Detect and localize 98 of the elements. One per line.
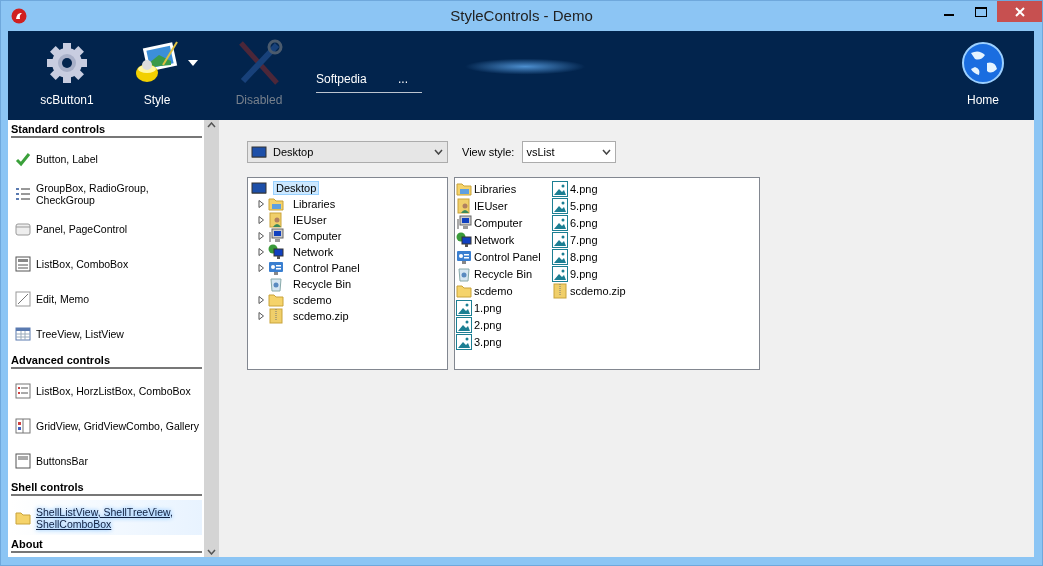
tree-item[interactable]: Libraries	[290, 197, 339, 211]
listbox-icon	[15, 382, 31, 399]
sidebar-item[interactable]: ListBox, ComboBox	[11, 246, 202, 282]
scroll-down-icon[interactable]	[207, 549, 216, 555]
user-folder-icon	[456, 197, 472, 214]
image-file-icon	[552, 248, 568, 265]
list-item[interactable]: Libraries	[474, 182, 517, 195]
maximize-icon[interactable]	[975, 6, 987, 17]
listbox-icon	[15, 256, 31, 273]
folder-icon	[268, 292, 284, 308]
sidebar-item[interactable]: ButtonsBar	[11, 443, 202, 479]
chevron-down-icon	[434, 149, 443, 155]
computer-icon	[268, 228, 284, 244]
dropdown-arrow-icon[interactable]	[188, 59, 198, 66]
expand-arrow-icon[interactable]	[257, 200, 265, 208]
sidebar-item[interactable]: GroupBox, RadioGroup, CheckGroup	[11, 176, 202, 212]
close-icon[interactable]	[1013, 6, 1026, 17]
zip-folder-icon	[268, 308, 284, 324]
toolbar-button[interactable]: Home	[938, 32, 1028, 119]
expand-arrow-icon[interactable]	[257, 248, 265, 256]
expand-arrow-icon[interactable]	[257, 216, 265, 224]
close-button[interactable]	[997, 1, 1042, 22]
expand-arrow-icon[interactable]	[257, 312, 265, 320]
check-icon	[15, 151, 31, 168]
sidebar-item[interactable]: Edit, Memo	[11, 281, 202, 317]
list-icon	[15, 186, 31, 203]
section-heading: Standard controls	[11, 120, 202, 138]
list-item[interactable]: 2.png	[474, 318, 502, 331]
view-style-combo-box[interactable]: vsList	[522, 141, 617, 163]
folder-icon	[268, 196, 284, 212]
tree-item[interactable]: Computer	[290, 229, 345, 243]
ellipsis-button[interactable]: ...	[396, 71, 410, 86]
tree-item[interactable]: scdemo.zip	[290, 309, 352, 323]
tree-item[interactable]: Recycle Bin	[290, 277, 355, 291]
desktop-icon	[251, 180, 267, 196]
text-field[interactable]: Softpedia ...	[316, 65, 422, 93]
scroll-up-icon[interactable]	[207, 122, 216, 128]
sidebar-item[interactable]: Button, Label	[11, 142, 202, 177]
folder-icon	[456, 282, 472, 299]
image-file-icon	[552, 214, 568, 231]
recycle-bin-icon	[456, 265, 472, 282]
sidebar-item[interactable]: ListBox, HorzListBox, ComboBox	[11, 373, 202, 409]
field-label: View style:	[462, 146, 515, 158]
tree-item[interactable]: Network	[290, 245, 337, 259]
section-heading: Shell controls	[11, 478, 202, 497]
list-item[interactable]: 9.png	[570, 267, 598, 280]
network-icon	[268, 244, 284, 260]
list-item[interactable]: 6.png	[570, 216, 598, 229]
panel-icon	[15, 221, 31, 238]
image-file-icon	[552, 180, 568, 197]
list-item[interactable]: 1.png	[474, 301, 502, 314]
tree-item[interactable]: Control Panel	[290, 261, 363, 275]
image-file-icon	[552, 231, 568, 248]
section-heading: Advanced controls	[11, 351, 202, 370]
folder-icon	[456, 180, 472, 197]
table-icon	[15, 326, 31, 342]
expand-arrow-icon[interactable]	[257, 264, 265, 272]
window-title: StyleControls - Demo	[450, 7, 593, 24]
list-item[interactable]: 4.png	[570, 182, 598, 195]
image-file-icon	[552, 197, 568, 214]
list-item[interactable]: IEUser	[474, 199, 508, 212]
grid-icon	[15, 417, 31, 434]
list-item[interactable]: Computer	[474, 216, 523, 229]
zip-folder-icon	[552, 282, 568, 299]
image-file-icon	[552, 265, 568, 282]
edit-icon	[15, 291, 31, 308]
toolbar-button[interactable]: scButton1	[22, 32, 112, 119]
folder-combo-box[interactable]: Desktop	[247, 141, 448, 163]
folder-icon	[15, 509, 31, 526]
list-item[interactable]: Recycle Bin	[474, 267, 533, 280]
sidebar-item[interactable]: GridView, GridViewCombo, Gallery	[11, 408, 202, 444]
computer-icon	[456, 214, 472, 231]
desktop-icon	[251, 144, 267, 160]
tree-item[interactable]: scdemo	[290, 293, 335, 307]
list-item[interactable]: Control Panel	[474, 250, 541, 263]
tree-item[interactable]: IEUser	[290, 213, 330, 227]
sidebar-item[interactable]: TreeView, ListView	[11, 316, 202, 352]
list-item[interactable]: 3.png	[474, 335, 502, 348]
tree-item[interactable]: Desktop	[273, 181, 320, 195]
user-folder-icon	[268, 212, 284, 228]
sidebar-item[interactable]: Panel, PageControl	[11, 211, 202, 247]
app-icon	[11, 8, 27, 24]
list-item[interactable]: Network	[474, 233, 515, 246]
control-panel-icon	[268, 260, 284, 276]
scrollbar[interactable]	[204, 120, 219, 557]
toolbar-button[interactable]: Style	[112, 32, 202, 119]
expand-arrow-icon[interactable]	[257, 296, 265, 304]
list-item[interactable]: 8.png	[570, 250, 598, 263]
recycle-bin-icon	[268, 276, 284, 292]
chevron-down-icon	[602, 149, 612, 155]
list-item[interactable]: scdemo	[474, 284, 513, 297]
network-icon	[456, 231, 472, 248]
list-item[interactable]: 7.png	[570, 233, 598, 246]
list-item[interactable]: scdemo.zip	[570, 284, 626, 297]
section-heading: About	[11, 535, 202, 554]
list-item[interactable]: 5.png	[570, 199, 598, 212]
expand-arrow-icon[interactable]	[257, 232, 265, 240]
bar-icon	[15, 452, 31, 469]
